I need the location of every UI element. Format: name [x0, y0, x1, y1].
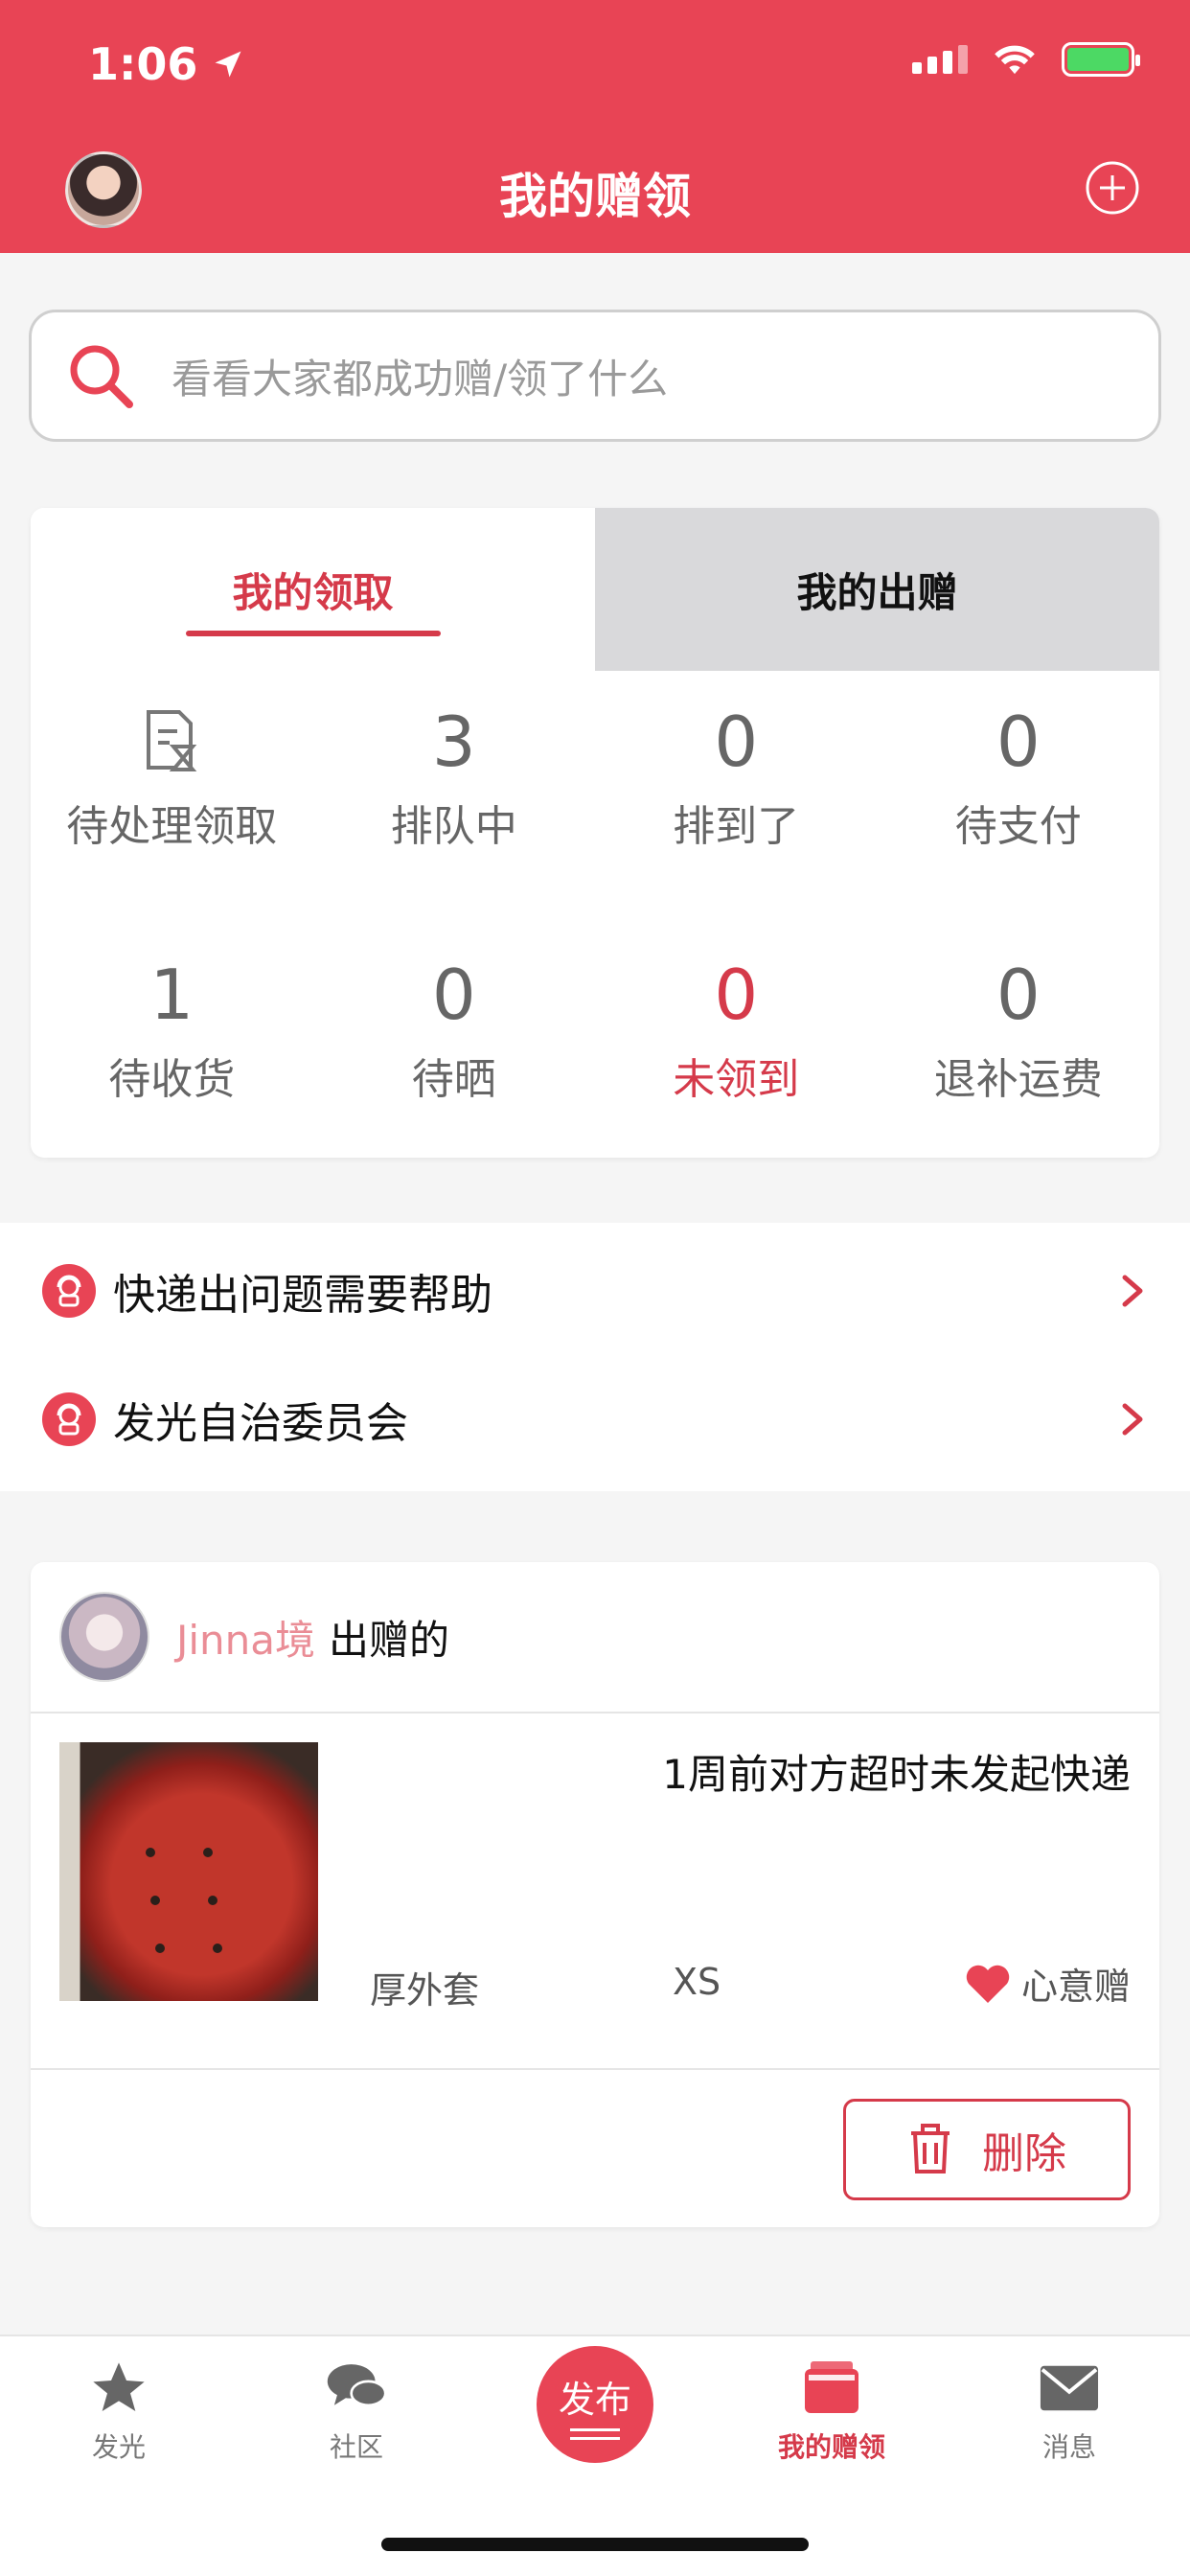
- stat-value: 3: [431, 702, 476, 782]
- cellular-signal-icon: [912, 45, 968, 74]
- stat-value: 0: [995, 702, 1041, 782]
- tab-community[interactable]: 社区: [280, 2358, 433, 2465]
- trash-icon: [911, 2124, 950, 2174]
- help-link-label: 发光自治委员会: [113, 1399, 408, 1448]
- tab-my-gifts[interactable]: 我的出赠: [595, 508, 1159, 671]
- stat-pending-payment[interactable]: 0 待支付: [878, 671, 1160, 924]
- star-icon: [88, 2358, 149, 2419]
- battery-charging-icon: [1062, 42, 1140, 77]
- card-footer: 删除: [31, 2070, 1159, 2225]
- publish-icon: [570, 2427, 620, 2440]
- wifi-icon: [995, 45, 1035, 75]
- page-title: 我的赠领: [499, 169, 691, 224]
- document-hourglass-icon: [137, 700, 206, 784]
- chevron-right-icon: [1122, 1275, 1143, 1307]
- stat-pending-claims[interactable]: 待处理领取: [31, 671, 313, 924]
- time-text: 1:06: [88, 38, 198, 90]
- stat-label: 待收货: [108, 1055, 236, 1104]
- add-circle-icon[interactable]: [1085, 160, 1140, 216]
- giver-suffix: 出赠的: [329, 1616, 450, 1664]
- search-placeholder: 看看大家都成功赠/领了什么: [172, 355, 669, 402]
- stat-in-queue[interactable]: 3 排队中: [313, 671, 596, 924]
- search-icon: [70, 345, 133, 408]
- help-link-committee[interactable]: 发光自治委员会: [0, 1355, 1190, 1484]
- stat-label: 未领到: [673, 1055, 800, 1104]
- heart-icon: [966, 1965, 1010, 2003]
- publish-button[interactable]: 发布: [537, 2346, 653, 2463]
- tab-label: 我的赠领: [777, 2431, 885, 2463]
- stat-not-received[interactable]: 0 未领到: [595, 924, 878, 1158]
- tab-label: 社区: [329, 2431, 383, 2463]
- delete-label: 删除: [982, 2129, 1066, 2178]
- stat-label: 退补运费: [933, 1055, 1103, 1104]
- home-indicator: [381, 2538, 809, 2551]
- stat-label: 待处理领取: [66, 802, 278, 851]
- header-bar: 1:06 我的赠领: [0, 0, 1190, 253]
- help-link-delivery-issue[interactable]: 快递出问题需要帮助: [0, 1227, 1190, 1355]
- giver-name[interactable]: Jinna境: [176, 1608, 315, 1667]
- stat-label: 待晒: [411, 1055, 496, 1104]
- stats-grid: 待处理领取 3 排队中 0 排到了 0 待支付 1 待收货 0 待晒 0 未领到…: [31, 671, 1159, 1158]
- stat-queued-reached[interactable]: 0 排到了: [595, 671, 878, 924]
- tab-my-claims[interactable]: 我的领取: [31, 508, 595, 671]
- status-bar-time: 1:06: [88, 38, 245, 90]
- stat-value: 0: [995, 954, 1041, 1035]
- gift-item-card: Jinna境 出赠的 1周前对方超时未发起快递 厚外套 XS 心意赠 删除: [31, 1562, 1159, 2227]
- stat-value: 0: [431, 954, 476, 1035]
- status-bar-right: [912, 42, 1140, 77]
- delete-button[interactable]: 删除: [843, 2099, 1131, 2200]
- chat-bubbles-icon: [326, 2358, 387, 2419]
- card-body[interactable]: 1周前对方超时未发起快递 厚外套 XS 心意赠: [31, 1714, 1159, 2070]
- stat-shipping-refund[interactable]: 0 退补运费: [878, 924, 1160, 1158]
- stat-pending-showcase[interactable]: 0 待晒: [313, 924, 596, 1158]
- stat-label: 排队中: [390, 802, 517, 851]
- app-root: 1:06 我的赠领 看看大家都成功赠/领了什么 我的领取 我的出赠 待处理领取 …: [0, 0, 1190, 2576]
- tab-messages[interactable]: 消息: [993, 2358, 1146, 2465]
- search-bar[interactable]: 看看大家都成功赠/领了什么: [29, 310, 1161, 442]
- tab-my-claims-gifts[interactable]: 我的赠领: [755, 2358, 908, 2465]
- stat-value: 1: [149, 954, 195, 1035]
- tab-shine[interactable]: 发光: [42, 2358, 195, 2465]
- tab-label: 发光: [91, 2431, 146, 2463]
- card-header: Jinna境 出赠的: [31, 1562, 1159, 1714]
- tab-label: 我的出赠: [796, 568, 958, 616]
- envelope-icon: [1039, 2358, 1100, 2419]
- item-size: XS: [673, 1961, 721, 2003]
- stat-value: 0: [714, 954, 759, 1035]
- claim-status-text: 1周前对方超时未发起快递: [662, 1751, 1131, 1798]
- stat-label: 待支付: [954, 802, 1082, 851]
- stat-label: 排到了: [673, 802, 800, 851]
- location-arrow-icon: [215, 51, 241, 78]
- gift-type: 心意赠: [964, 1957, 1131, 2010]
- stat-value: 0: [714, 702, 759, 782]
- stat-pending-receipt[interactable]: 1 待收货: [31, 924, 313, 1158]
- item-type: 厚外套: [370, 1969, 480, 2012]
- tab-label: 我的领取: [232, 568, 394, 616]
- support-agent-icon: [42, 1264, 96, 1318]
- tab-switcher: 我的领取 我的出赠: [31, 508, 1159, 671]
- chevron-right-icon: [1122, 1403, 1143, 1436]
- wallet-icon: [801, 2358, 862, 2419]
- publish-label: 发布: [558, 2378, 631, 2421]
- giver-avatar[interactable]: [59, 1592, 149, 1682]
- claims-stats-card: 我的领取 我的出赠 待处理领取 3 排队中 0 排到了 0 待支付 1 待收货 …: [31, 508, 1159, 1158]
- product-photo[interactable]: [59, 1742, 318, 2001]
- gift-type-label: 心意赠: [1020, 1966, 1131, 2008]
- tab-label: 消息: [1041, 2431, 1096, 2463]
- help-link-label: 快递出问题需要帮助: [113, 1271, 492, 1320]
- support-agent-icon: [42, 1392, 96, 1446]
- help-links-list: 快递出问题需要帮助 发光自治委员会: [0, 1223, 1190, 1491]
